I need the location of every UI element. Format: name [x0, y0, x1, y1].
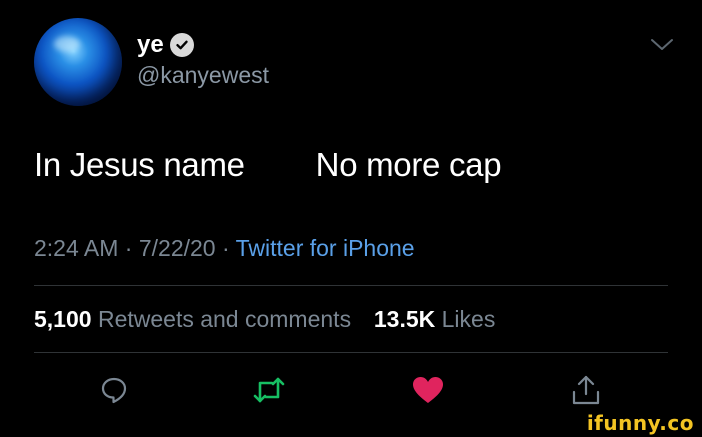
meta-separator: ·	[215, 235, 236, 261]
meta-separator: ·	[118, 235, 139, 261]
like-button[interactable]	[410, 372, 446, 408]
likes-stat[interactable]: 13.5K Likes	[374, 306, 495, 332]
verified-badge-icon	[169, 33, 194, 57]
retweets-label: Retweets and comments	[97, 306, 352, 332]
tweet-text: In Jesus name No more cap	[34, 146, 502, 183]
avatar-highlight	[54, 36, 80, 52]
retweets-count: 5,100	[34, 306, 92, 332]
share-icon	[572, 375, 600, 405]
retweet-button[interactable]	[251, 372, 287, 408]
reply-icon	[101, 377, 127, 404]
likes-count: 13.5K	[373, 306, 436, 332]
ifunny-watermark: ifunny.co	[586, 411, 694, 435]
tweet-time: 2:24 AM	[34, 235, 119, 261]
divider	[34, 352, 668, 353]
heart-icon	[413, 377, 443, 403]
author-handle[interactable]: @kanyewest	[137, 62, 269, 89]
reply-button[interactable]	[96, 372, 132, 408]
tweet-source-link[interactable]: Twitter for iPhone	[236, 235, 415, 261]
share-button[interactable]	[568, 372, 604, 408]
divider	[34, 285, 668, 286]
avatar[interactable]	[34, 18, 122, 106]
tweet-stats: 5,100 Retweets and comments 13.5K Likes	[34, 306, 495, 333]
chevron-down-icon[interactable]	[649, 37, 675, 53]
display-name[interactable]: ye	[137, 31, 164, 59]
author-name-row: ye	[137, 31, 194, 59]
tweet-card: ye @kanyewest In Jesus name No more cap …	[0, 0, 702, 437]
tweet-meta: 2:24 AM · 7/22/20 · Twitter for iPhone	[34, 235, 415, 262]
retweet-icon	[253, 377, 285, 403]
likes-label: Likes	[441, 306, 496, 332]
tweet-date[interactable]: 7/22/20	[139, 235, 216, 261]
retweets-stat[interactable]: 5,100 Retweets and comments	[34, 306, 351, 332]
